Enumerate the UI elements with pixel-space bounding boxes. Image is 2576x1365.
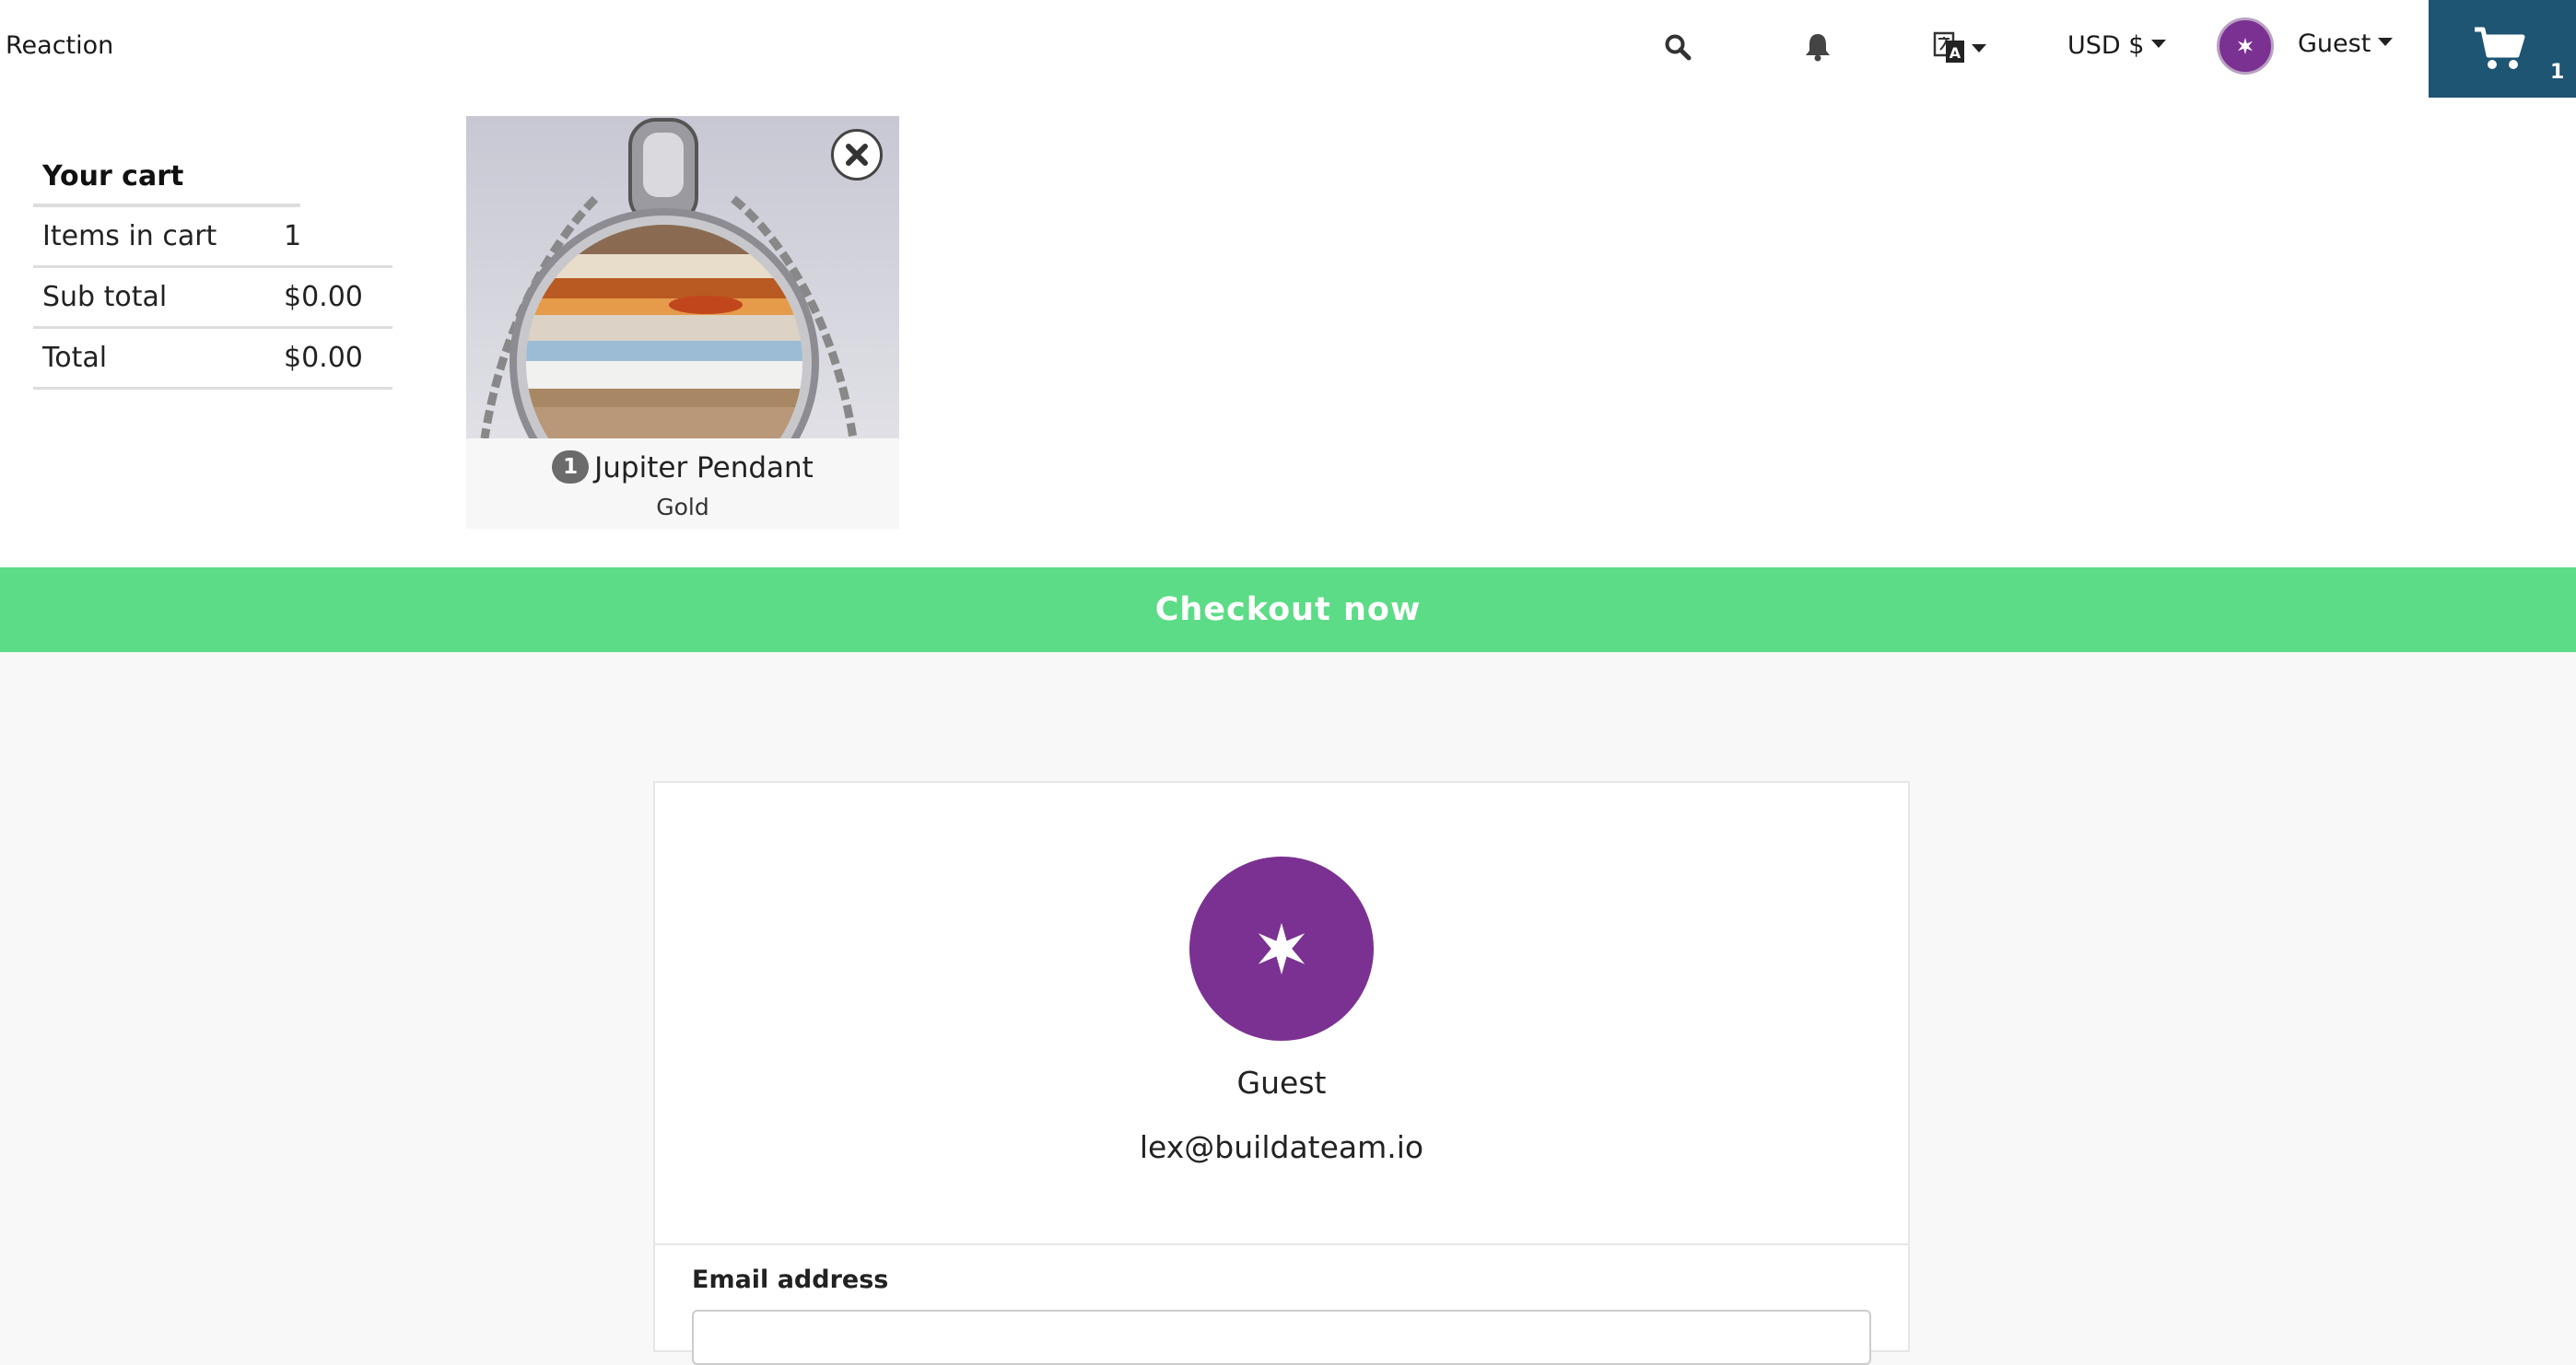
product-image[interactable] bbox=[466, 116, 899, 438]
summary-row-subtotal: Sub total $0.00 bbox=[33, 268, 392, 329]
brand-link[interactable]: Reaction bbox=[6, 31, 113, 60]
summary-label: Sub total bbox=[42, 281, 168, 313]
currency-label: USD $ bbox=[2067, 31, 2145, 60]
chevron-down-icon bbox=[2378, 38, 2394, 46]
cart-button[interactable]: 1 bbox=[2429, 0, 2576, 98]
star-burst-icon bbox=[2237, 38, 2254, 54]
bell-icon[interactable] bbox=[1804, 31, 1832, 66]
summary-row-total: Total $0.00 bbox=[33, 329, 392, 390]
summary-value: $0.00 bbox=[284, 342, 363, 374]
user-menu-dropdown[interactable]: Guest bbox=[2298, 29, 2394, 58]
cart-summary-title: Your cart bbox=[33, 149, 300, 207]
summary-value: $0.00 bbox=[284, 281, 363, 313]
search-icon[interactable] bbox=[1664, 33, 1692, 64]
summary-label: Total bbox=[42, 342, 108, 374]
product-name[interactable]: Jupiter Pendant bbox=[594, 451, 814, 484]
shopping-cart-icon bbox=[2473, 26, 2526, 76]
chevron-down-icon bbox=[2151, 40, 2167, 48]
summary-row-items: Items in cart 1 bbox=[33, 207, 392, 268]
account-panel: Guest lex@buildateam.io Email address bbox=[653, 781, 1910, 1365]
cart-summary: Your cart Items in cart 1 Sub total $0.0… bbox=[33, 149, 392, 390]
summary-label: Items in cart bbox=[42, 220, 217, 252]
email-field[interactable] bbox=[692, 1310, 1871, 1365]
cart-count-badge: 1 bbox=[2550, 61, 2565, 84]
account-email: lex@buildateam.io bbox=[1139, 1129, 1424, 1165]
email-field-label: Email address bbox=[692, 1266, 889, 1294]
translate-icon[interactable]: A bbox=[1933, 29, 1990, 70]
avatar[interactable] bbox=[2217, 18, 2274, 75]
quantity-badge: 1 bbox=[552, 449, 590, 484]
remove-item-button[interactable] bbox=[831, 129, 883, 181]
product-variant: Gold bbox=[656, 494, 709, 520]
cart-drawer: Your cart Items in cart 1 Sub total $0.0… bbox=[0, 98, 2576, 567]
svg-text:A: A bbox=[1950, 44, 1961, 62]
cart-item-card[interactable]: 1 Jupiter Pendant Gold bbox=[466, 116, 899, 529]
avatar bbox=[1189, 857, 1374, 1041]
divider bbox=[655, 1243, 1908, 1245]
user-menu-label: Guest bbox=[2298, 29, 2371, 58]
star-burst-icon bbox=[1258, 923, 1306, 974]
product-title-row[interactable]: 1 Jupiter Pendant bbox=[466, 449, 899, 486]
close-icon bbox=[846, 144, 868, 166]
currency-dropdown[interactable]: USD $ bbox=[2067, 31, 2167, 60]
account-name: Guest bbox=[1236, 1065, 1327, 1101]
top-navbar: Reaction A USD $ Guest 1 bbox=[0, 0, 2576, 98]
checkout-button[interactable]: Checkout now bbox=[0, 567, 2576, 652]
summary-value: 1 bbox=[284, 220, 302, 252]
